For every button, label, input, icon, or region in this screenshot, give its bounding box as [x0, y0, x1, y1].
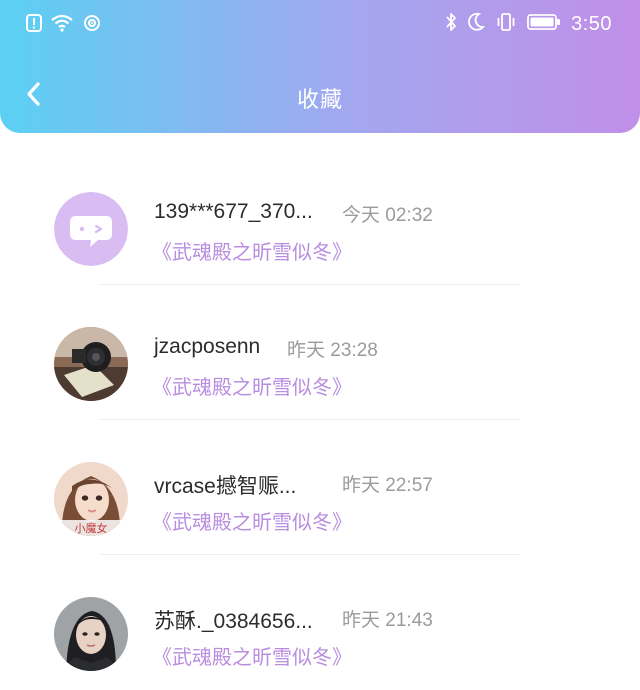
timestamp: 昨天 21:43	[342, 610, 433, 631]
wifi-icon	[50, 14, 74, 36]
favorites-list: 139***677_370... 今天 02:32 《武魂殿之昕雪似冬》 jza…	[0, 150, 640, 690]
avatar[interactable]	[54, 327, 128, 401]
status-left	[26, 14, 102, 36]
avatar[interactable]: 小魔女	[54, 462, 128, 536]
alert-icon	[26, 14, 42, 36]
book-title[interactable]: 《武魂殿之昕雪似冬》	[152, 371, 352, 400]
hotspot-icon	[82, 14, 102, 36]
user-name: 139***677_370...	[154, 200, 313, 223]
status-bar: 3:50	[0, 0, 640, 50]
moon-icon	[467, 12, 486, 36]
timestamp: 昨天 23:28	[287, 340, 378, 361]
portrait-photo-avatar	[54, 597, 128, 671]
favorite-item[interactable]: 苏酥._0384656... 昨天 21:43 《武魂殿之昕雪似冬》	[0, 555, 640, 690]
favorite-item[interactable]: 小魔女 vrcase撼智赈... 昨天 22:57 《武魂殿之昕雪似冬》	[0, 420, 640, 555]
book-title[interactable]: 《武魂殿之昕雪似冬》	[152, 236, 352, 265]
timestamp: 昨天 22:57	[342, 475, 433, 496]
book-title[interactable]: 《武魂殿之昕雪似冬》	[152, 506, 352, 535]
nav-bar: 收藏	[0, 70, 640, 122]
girl-photo-avatar: 小魔女	[54, 462, 128, 536]
user-name: 苏酥._0384656...	[154, 610, 313, 633]
page-title: 收藏	[296, 88, 343, 113]
favorite-item[interactable]: 139***677_370... 今天 02:32 《武魂殿之昕雪似冬》	[0, 150, 640, 285]
bluetooth-icon	[445, 12, 457, 36]
status-right: 3:50	[445, 12, 612, 36]
user-name: jzacposenn	[154, 335, 261, 358]
battery-icon	[527, 13, 561, 35]
avatar[interactable]	[54, 597, 128, 671]
header: 3:50 收藏	[0, 0, 640, 133]
vibrate-icon	[495, 12, 517, 36]
favorite-item[interactable]: jzacposenn 昨天 23:28 《武魂殿之昕雪似冬》	[0, 285, 640, 420]
chat-bubble-icon	[54, 192, 128, 266]
camera-photo-avatar	[54, 327, 128, 401]
avatar-caption: 小魔女	[75, 521, 108, 535]
timestamp: 今天 02:32	[342, 205, 433, 226]
status-time: 3:50	[571, 12, 612, 35]
book-title[interactable]: 《武魂殿之昕雪似冬》	[152, 641, 352, 670]
avatar[interactable]	[54, 192, 128, 266]
user-name: vrcase撼智赈...	[154, 475, 297, 498]
